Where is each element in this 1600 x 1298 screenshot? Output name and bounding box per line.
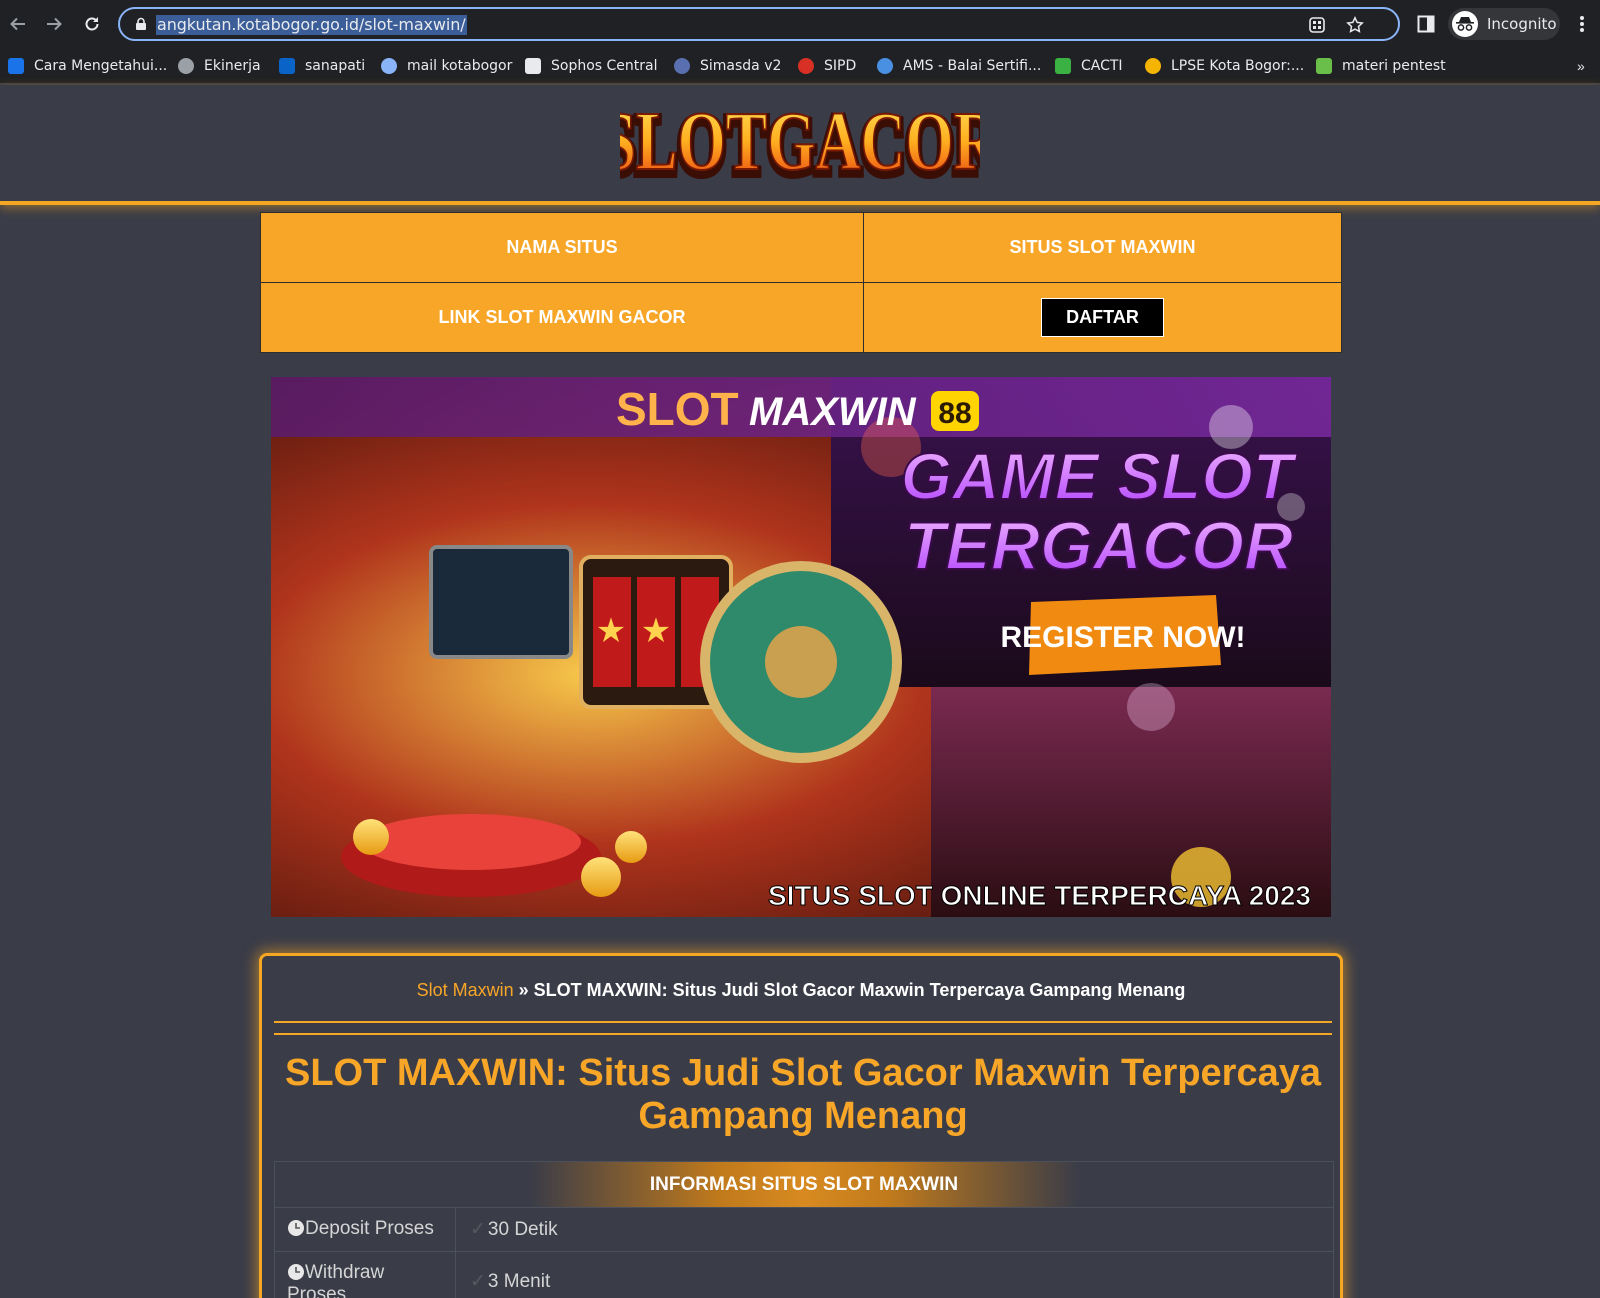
info-key-cell: Deposit Proses <box>274 1207 456 1252</box>
check-icon: ✓ <box>470 1271 486 1292</box>
cell-situs-slot-maxwin: SITUS SLOT MAXWIN <box>863 212 1342 283</box>
reload-button[interactable] <box>74 6 110 42</box>
bookmark-sipd[interactable]: SIPD <box>798 56 856 76</box>
info-table: INFORMASI SITUS SLOT MAXWIN Deposit Pros… <box>274 1161 1334 1298</box>
code-icon <box>8 58 24 74</box>
site-info-table: NAMA SITUS SITUS SLOT MAXWIN LINK SLOT M… <box>260 212 1342 353</box>
table-row: Deposit Proses ✓ 30 Detik <box>274 1207 1334 1252</box>
incognito-icon <box>1452 11 1478 37</box>
page-title: SLOT MAXWIN: Situs Judi Slot Gacor Maxwi… <box>284 1052 1322 1137</box>
browser-toolbar: angkutan.kotabogor.go.id/slot-maxwin/ In… <box>0 0 1600 48</box>
globe-icon <box>178 58 194 74</box>
daftar-button[interactable]: DAFTAR <box>1041 298 1164 337</box>
arrow-right-icon <box>47 17 62 31</box>
url-text[interactable]: angkutan.kotabogor.go.id/slot-maxwin/ <box>156 15 467 35</box>
emblem-icon <box>674 58 690 74</box>
bookmark-lpse[interactable]: LPSE Kota Bogor:... <box>1145 56 1304 76</box>
sophos-icon <box>525 58 541 74</box>
emblem-icon <box>798 58 814 74</box>
svg-text:SITUS SLOT ONLINE TERPERCAYA 2: SITUS SLOT ONLINE TERPERCAYA 2023 <box>768 880 1311 911</box>
star-icon[interactable] <box>1346 16 1364 34</box>
bookmark-simasda[interactable]: Simasda v2 <box>674 56 781 76</box>
info-value-cell: ✓ 30 Detik <box>455 1207 1334 1252</box>
clock-icon <box>288 1220 304 1236</box>
bookmark-ekinerja[interactable]: Ekinerja <box>178 56 261 76</box>
chat-bubble-icon <box>381 58 397 74</box>
incognito-label: Incognito <box>1487 15 1557 33</box>
svg-text:★: ★ <box>641 611 671 651</box>
bookmark-cacti[interactable]: CACTI <box>1055 56 1123 76</box>
svg-text:SLOT: SLOT <box>616 383 739 435</box>
info-value-cell: ✓ 3 Menit <box>455 1251 1334 1298</box>
svg-text:★: ★ <box>596 611 626 651</box>
back-button[interactable] <box>0 6 36 42</box>
more-bookmarks-chevron[interactable]: » <box>1577 58 1585 74</box>
bookmark-sophos-central[interactable]: Sophos Central <box>525 56 658 76</box>
bookmark-sanapati[interactable]: sanapati <box>279 56 365 76</box>
info-key-cell: Withdraw Proses <box>274 1251 456 1298</box>
outlook-icon <box>279 58 295 74</box>
ams-icon <box>877 58 893 74</box>
bookmark-mail-kotabogor[interactable]: mail kotabogor <box>381 56 512 76</box>
svg-text:REGISTER NOW!: REGISTER NOW! <box>1001 621 1246 654</box>
svg-text:TERGACOR: TERGACOR <box>904 508 1293 584</box>
lpse-icon <box>1145 58 1161 74</box>
clock-icon <box>288 1264 304 1280</box>
cell-link-slot-maxwin: LINK SLOT MAXWIN GACOR <box>260 282 864 353</box>
info-value: 3 Menit <box>487 1271 551 1292</box>
incognito-badge[interactable]: Incognito <box>1448 8 1560 40</box>
arrow-left-icon <box>10 17 25 31</box>
promo-banner[interactable]: ★ ★ SLOT MAXWIN 88 GAME SLOT TERGACOR RE… <box>271 377 1331 917</box>
android-icon <box>1316 58 1332 74</box>
address-bar[interactable]: angkutan.kotabogor.go.id/slot-maxwin/ <box>118 7 1400 41</box>
site-header: SLOTGACOR SLOTGACOR <box>0 85 1600 205</box>
bookmarks-bar: Cara Mengetahui... Ekinerja sanapati mai… <box>0 48 1600 84</box>
qr-code-icon[interactable] <box>1308 16 1326 34</box>
menu-kebab-icon[interactable] <box>1575 14 1589 34</box>
cacti-icon <box>1055 58 1071 74</box>
svg-text:88: 88 <box>938 397 971 430</box>
info-key: Deposit Proses <box>305 1218 434 1239</box>
breadcrumb-separator: » <box>518 980 529 1000</box>
info-value: 30 Detik <box>487 1219 558 1240</box>
cell-daftar: DAFTAR <box>863 282 1342 353</box>
check-icon: ✓ <box>470 1219 486 1240</box>
breadcrumb-current: SLOT MAXWIN: Situs Judi Slot Gacor Maxwi… <box>533 980 1186 1000</box>
svg-text:MAXWIN: MAXWIN <box>749 390 917 434</box>
slotgacor-logo[interactable]: SLOTGACOR SLOTGACOR <box>620 91 980 195</box>
info-table-heading: INFORMASI SITUS SLOT MAXWIN <box>274 1161 1334 1208</box>
table-row: Withdraw Proses ✓ 3 Menit <box>274 1251 1334 1298</box>
promo-banner-art: ★ ★ SLOT MAXWIN 88 GAME SLOT TERGACOR RE… <box>271 377 1331 917</box>
svg-text:SLOTGACOR: SLOTGACOR <box>620 94 980 187</box>
bookmark-ams[interactable]: AMS - Balai Sertifi... <box>877 56 1041 76</box>
cell-nama-situs: NAMA SITUS <box>260 212 864 283</box>
breadcrumb-link-slot-maxwin[interactable]: Slot Maxwin <box>417 980 514 1000</box>
svg-text:GAME SLOT: GAME SLOT <box>901 439 1298 513</box>
reload-icon <box>85 17 99 31</box>
side-panel-icon[interactable] <box>1417 15 1435 33</box>
divider <box>274 1021 1332 1035</box>
breadcrumb: Slot Maxwin » SLOT MAXWIN: Situs Judi Sl… <box>262 980 1340 1001</box>
forward-button[interactable] <box>36 6 72 42</box>
lock-icon <box>136 17 146 30</box>
bookmark-cara-mengetahui[interactable]: Cara Mengetahui... <box>8 56 167 76</box>
article-container: Slot Maxwin » SLOT MAXWIN: Situs Judi Sl… <box>259 953 1343 1298</box>
bookmark-materi-pentest[interactable]: materi pentest <box>1316 56 1446 76</box>
